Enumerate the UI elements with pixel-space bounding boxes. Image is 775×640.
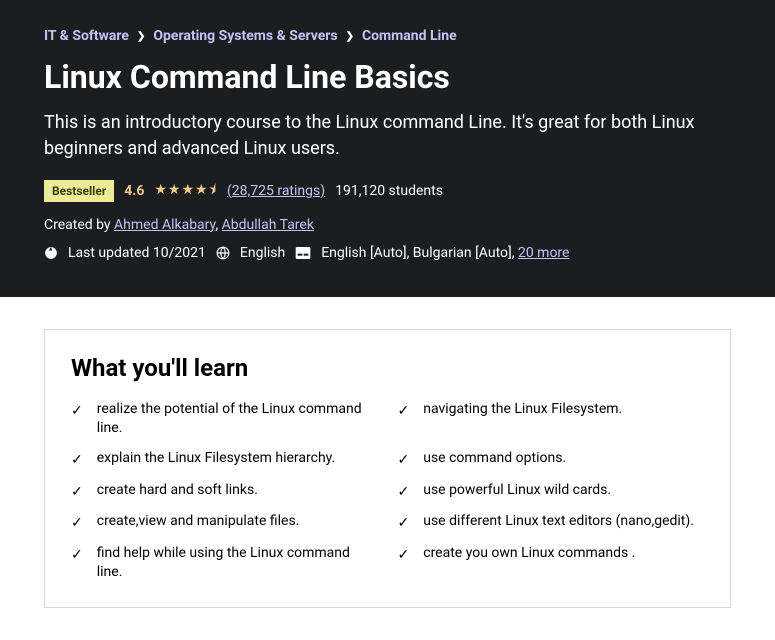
check-icon: ✓ [398, 483, 410, 503]
learn-item: ✓ create you own Linux commands . [398, 544, 705, 583]
check-icon: ✓ [71, 402, 83, 422]
learn-text: use different Linux text editors (nano,g… [423, 512, 694, 532]
check-icon: ✓ [71, 483, 83, 503]
learn-text: find help while using the Linux command … [97, 544, 378, 583]
globe-icon [216, 246, 230, 260]
learn-item: ✓ navigating the Linux Filesystem. [398, 400, 705, 439]
learn-item: ✓ create,view and manipulate files. [71, 512, 378, 534]
check-icon: ✓ [71, 546, 83, 566]
learn-item: ✓ use powerful Linux wild cards. [398, 481, 705, 503]
course-header: IT & Software ❯ Operating Systems & Serv… [0, 0, 775, 297]
created-by: Created by Ahmed Alkabary, Abdullah Tare… [44, 217, 731, 233]
rating-row: Bestseller 4.6 ★★★★⯨ (28,725 ratings) 19… [44, 179, 731, 203]
learn-title: What you'll learn [71, 354, 704, 382]
learn-item: ✓ find help while using the Linux command… [71, 544, 378, 583]
ratings-link[interactable]: (28,725 ratings) [227, 183, 325, 199]
learn-item: ✓ use command options. [398, 449, 705, 471]
students-count: 191,120 students [335, 183, 443, 199]
course-subtitle: This is an introductory course to the Li… [44, 110, 731, 160]
learn-text: use powerful Linux wild cards. [423, 481, 611, 501]
learn-text: use command options. [423, 449, 566, 469]
check-icon: ✓ [398, 451, 410, 471]
learn-item: ✓ realize the potential of the Linux comm… [71, 400, 378, 439]
learn-text: navigating the Linux Filesystem. [423, 400, 622, 420]
created-by-label: Created by [44, 217, 114, 233]
learn-text: create,view and manipulate files. [97, 512, 300, 532]
learn-grid: ✓ realize the potential of the Linux comm… [71, 400, 704, 583]
chevron-right-icon: ❯ [346, 31, 354, 42]
captions-more-link[interactable]: 20 more [518, 245, 570, 261]
author-link[interactable]: Abdullah Tarek [222, 217, 314, 233]
learn-text: realize the potential of the Linux comma… [97, 400, 378, 439]
check-icon: ✓ [398, 546, 410, 566]
learn-text: explain the Linux Filesystem hierarchy. [97, 449, 336, 469]
check-icon: ✓ [71, 451, 83, 471]
language: English [240, 245, 285, 261]
check-icon: ✓ [71, 514, 83, 534]
what-youll-learn: What you'll learn ✓ realize the potential… [44, 329, 731, 608]
breadcrumb-link[interactable]: Operating Systems & Servers [153, 28, 337, 44]
breadcrumb-link[interactable]: IT & Software [44, 28, 129, 44]
learn-item: ✓ use different Linux text editors (nano,… [398, 512, 705, 534]
learn-item: ✓ create hard and soft links. [71, 481, 378, 503]
last-updated: Last updated 10/2021 [68, 245, 206, 261]
bestseller-badge: Bestseller [44, 180, 114, 202]
check-icon: ✓ [398, 402, 410, 422]
chevron-right-icon: ❯ [137, 31, 145, 42]
breadcrumb: IT & Software ❯ Operating Systems & Serv… [44, 28, 731, 44]
check-icon: ✓ [398, 514, 410, 534]
update-icon [44, 246, 58, 260]
star-icons: ★★★★⯨ [154, 179, 217, 203]
author-link[interactable]: Ahmed Alkabary [114, 217, 215, 233]
captions-text: English [Auto], Bulgarian [Auto], 20 mor… [321, 245, 569, 261]
learn-text: create you own Linux commands . [423, 544, 635, 564]
info-row: Last updated 10/2021 English English [Au… [44, 245, 731, 261]
learn-item: ✓ explain the Linux Filesystem hierarchy. [71, 449, 378, 471]
breadcrumb-link[interactable]: Command Line [362, 28, 457, 44]
course-title: Linux Command Line Basics [44, 58, 731, 96]
rating-value: 4.6 [124, 183, 144, 199]
captions-icon [295, 246, 311, 260]
learn-text: create hard and soft links. [97, 481, 258, 501]
